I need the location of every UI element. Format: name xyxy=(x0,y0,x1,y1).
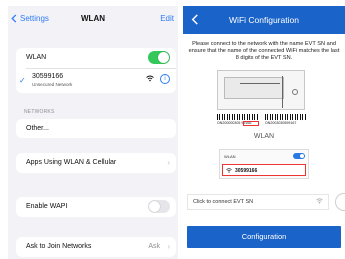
wifi-icon xyxy=(146,75,154,84)
wlan-label: WLAN xyxy=(26,54,47,61)
barcode-right xyxy=(265,114,307,120)
apps-label: Apps Using WLAN & Cellular xyxy=(26,159,117,166)
mini-network-row: 30599166 xyxy=(222,164,306,176)
wifi-icon xyxy=(226,168,232,175)
apps-group: Apps Using WLAN & Cellular › xyxy=(16,153,176,173)
toggle-knob xyxy=(158,52,169,63)
barcode-left xyxy=(217,114,259,120)
navigation-bar: Settings WLAN Edit xyxy=(8,6,178,34)
network-status: Unsecured Network xyxy=(32,82,73,87)
mini-ssid: 30599166 xyxy=(235,168,258,174)
ask-join-row[interactable]: Ask to Join Networks Ask › xyxy=(16,237,176,257)
checkmark-icon: ✓ xyxy=(19,76,26,85)
settings-screen: Settings WLAN Edit WLAN ✓ 30599166 Unsec… xyxy=(8,6,178,259)
ask-join-group: Ask to Join Networks Ask › xyxy=(16,237,176,257)
connect-placeholder: Click to connect EVT SN xyxy=(193,199,254,205)
wapi-label: Enable WAPI xyxy=(26,203,68,210)
wlan-group: WLAN ✓ 30599166 Unsecured Network i xyxy=(16,48,176,93)
wapi-row: Enable WAPI xyxy=(16,197,176,217)
configuration-button[interactable]: Configuration xyxy=(187,226,341,248)
wlan-screenshot-illustration: WLAN 30599166 xyxy=(219,149,309,179)
illustration-line xyxy=(282,76,283,108)
toggle-knob xyxy=(149,201,160,212)
instructions-text: Please connect to the network with the n… xyxy=(188,41,340,61)
networks-header: NETWORKS xyxy=(24,109,55,115)
device-illustration xyxy=(217,70,305,110)
app-header: WiFi Configuration xyxy=(183,6,345,34)
connect-evt-field[interactable]: Click to connect EVT SN xyxy=(187,194,329,210)
wifi-config-screen: WiFi Configuration Please connect to the… xyxy=(183,6,345,259)
wapi-group: Enable WAPI xyxy=(16,197,176,217)
ask-join-value: Ask xyxy=(148,243,160,250)
wapi-toggle[interactable] xyxy=(148,200,170,213)
app-title: WiFi Configuration xyxy=(229,15,299,25)
barcode-right-text: ON2003030599167 xyxy=(265,121,297,125)
other-label: Other... xyxy=(26,125,49,132)
illustration-line xyxy=(240,83,280,84)
barcode-illustration: ON200000305 99166 ON2003030599167 xyxy=(217,114,309,128)
chevron-right-icon: › xyxy=(167,158,170,167)
wifi-icon xyxy=(316,198,323,206)
wlan-toggle[interactable] xyxy=(148,51,170,64)
device-port xyxy=(292,89,298,95)
device-panel xyxy=(224,77,284,99)
other-network-row[interactable]: Other... xyxy=(16,119,176,138)
other-group: Other... xyxy=(16,119,176,138)
apps-row[interactable]: Apps Using WLAN & Cellular › xyxy=(16,153,176,173)
edit-button[interactable]: Edit xyxy=(160,14,174,23)
connect-status-circle[interactable] xyxy=(335,193,345,211)
network-name: 30599166 xyxy=(32,73,64,80)
wlan-toggle-row: WLAN xyxy=(16,48,176,68)
configuration-button-label: Configuration xyxy=(241,232,287,241)
wlan-caption: WLAN xyxy=(253,133,275,140)
current-network-row[interactable]: ✓ 30599166 Unsecured Network i xyxy=(16,68,176,93)
toggle-knob xyxy=(300,154,304,158)
ask-join-label: Ask to Join Networks xyxy=(26,243,92,250)
page-title: WLAN xyxy=(81,14,105,23)
mini-toggle xyxy=(293,153,305,159)
highlight-box xyxy=(243,121,259,126)
mini-wlan-label: WLAN xyxy=(224,154,236,159)
chevron-right-icon: › xyxy=(167,242,170,251)
info-icon[interactable]: i xyxy=(160,74,170,84)
